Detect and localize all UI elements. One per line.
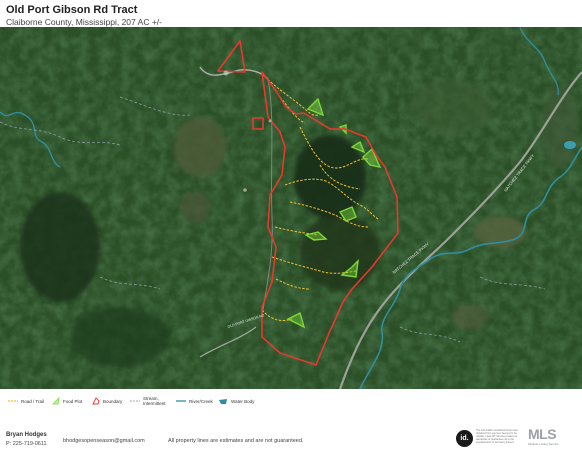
mls-subtitle: Multiple Listing Service [528, 442, 559, 446]
legend-boundary: Boundary [92, 396, 122, 406]
water-body-swatch-icon [219, 398, 227, 404]
legend-food-plot: Food Plot [52, 396, 82, 406]
page-footer: Bryan Hodges P: 225-719-0611 bhodgesopen… [0, 420, 582, 450]
legend-label: Road / Trail [21, 398, 45, 404]
map-legend: Road / Trail Food Plot Boundary Stream, … [4, 393, 582, 411]
legend-river-creek: River/Creek [176, 396, 213, 406]
agent-phone[interactable]: P: 225-719-0611 [6, 441, 47, 447]
legend-label: Stream, Intermittent [143, 396, 166, 406]
disclaimer-text: All property lines are estimates and are… [168, 438, 304, 444]
stream-swatch-icon [130, 400, 140, 402]
water-body [564, 141, 576, 149]
legend-road-trail: Road / Trail [8, 396, 44, 406]
land-id-note: The information contained herein was obt… [476, 429, 518, 444]
agent-email[interactable]: bhodgesopenseason@gmail.com [63, 438, 145, 444]
river-swatch-icon [176, 400, 186, 402]
legend-stream: Stream, Intermittent [130, 396, 169, 406]
land-id-logo-icon: id. [456, 430, 473, 447]
map-header: Old Port Gibson Rd Tract Claiborne Count… [6, 4, 576, 28]
legend-label: River/Creek [189, 398, 213, 404]
road-trail-swatch-icon [8, 400, 18, 402]
boundary-swatch-icon [92, 397, 100, 405]
legend-label: Water Body [231, 398, 255, 404]
agent-name: Bryan Hodges [6, 432, 47, 438]
page-title: Old Port Gibson Rd Tract [6, 4, 138, 16]
mls-logo-icon: MLS [528, 426, 557, 442]
legend-label: Food Plot [63, 398, 83, 404]
map-canvas[interactable]: NATCHEZ TRACE PKWY NATCHEZ TRACE PKWY OL… [0, 27, 582, 389]
legend-water-body: Water Body [218, 396, 254, 406]
aerial-map[interactable]: NATCHEZ TRACE PKWY NATCHEZ TRACE PKWY OL… [0, 27, 582, 389]
food-plot-swatch-icon [52, 397, 60, 405]
legend-label: Boundary [103, 398, 123, 404]
